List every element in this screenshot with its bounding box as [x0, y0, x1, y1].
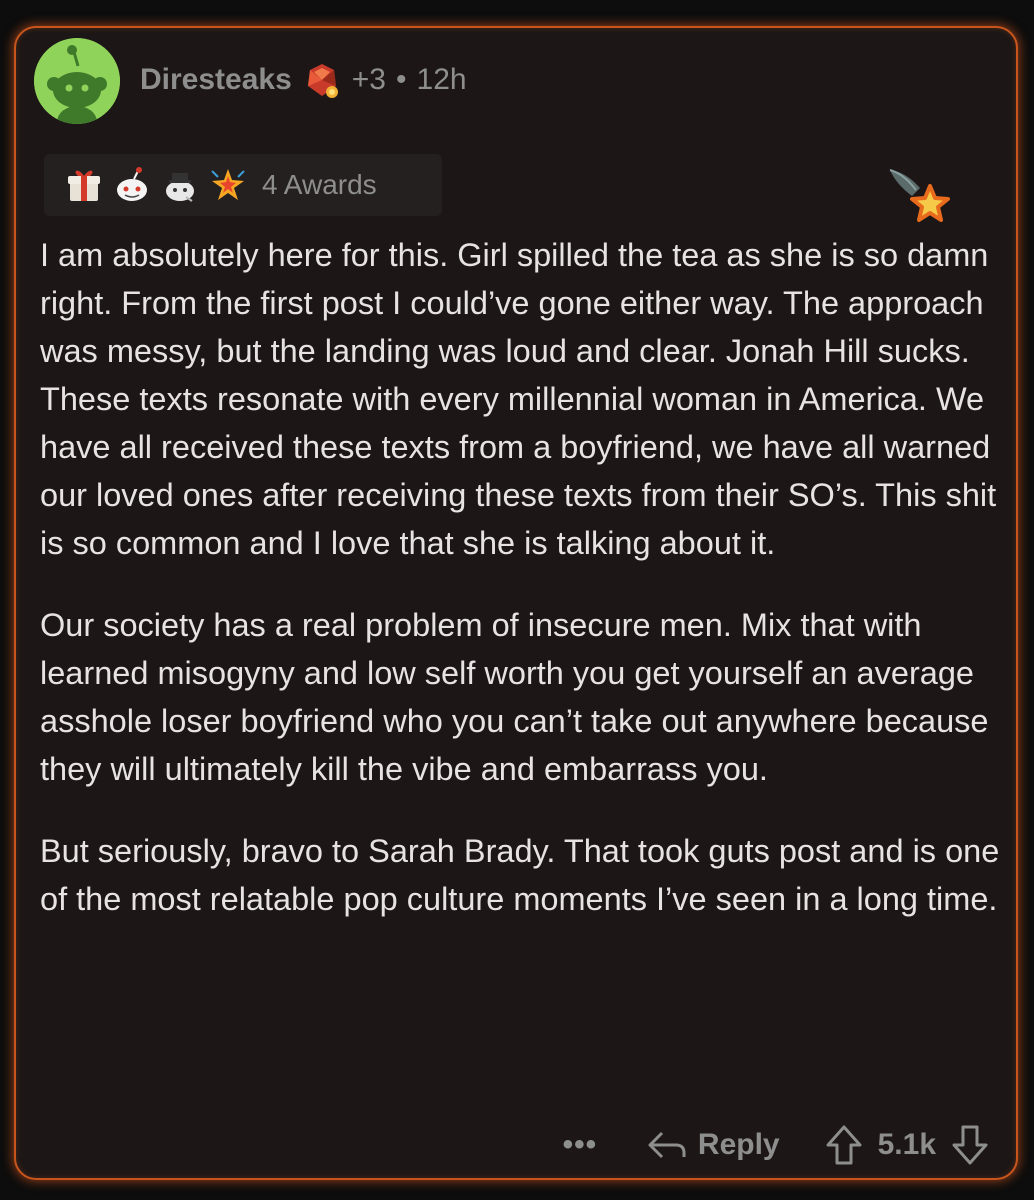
comment-card: Diresteaks +3 • 12h 4 Awards I am absolu… [14, 26, 1018, 1180]
ruby-flair-icon [307, 64, 338, 98]
comment-actions: ••• Reply 5.1k [558, 1120, 990, 1170]
username-link[interactable]: Diresteaks [140, 63, 292, 97]
wholesome-award-icon [166, 173, 194, 202]
comment-age: 12h [416, 63, 467, 96]
vote-count: 5.1k [877, 1128, 936, 1161]
avatar[interactable] [34, 38, 120, 124]
snoo-award-icon [117, 167, 147, 201]
awards-bar[interactable]: 4 Awards [44, 154, 442, 216]
downvote-arrow-icon[interactable] [950, 1124, 990, 1166]
reply-arrow-icon [648, 1131, 686, 1159]
awards-label: 4 Awards [262, 169, 377, 200]
comment-paragraph-1: I am absolutely here for this. Girl spil… [40, 237, 997, 561]
more-options-button[interactable]: ••• [558, 1128, 602, 1162]
comment-body: I am absolutely here for this. Girl spil… [40, 231, 1000, 957]
score-badge: +3 [351, 63, 386, 96]
reply-button[interactable]: Reply [646, 1127, 780, 1163]
comment-header: Diresteaks +3 • 12h [140, 60, 467, 100]
header-separator: • [396, 63, 407, 96]
favorite-star-icon[interactable] [886, 166, 956, 230]
starstruck-award-icon [211, 169, 245, 200]
upvote-arrow-icon[interactable] [824, 1124, 864, 1166]
reply-label: Reply [697, 1128, 780, 1161]
comment-paragraph-2: Our society has a real problem of insecu… [40, 607, 989, 787]
snoo-avatar-icon [34, 38, 120, 124]
comment-paragraph-3: But seriously, bravo to Sarah Brady. Tha… [40, 833, 1000, 917]
gift-award-icon [68, 170, 100, 201]
